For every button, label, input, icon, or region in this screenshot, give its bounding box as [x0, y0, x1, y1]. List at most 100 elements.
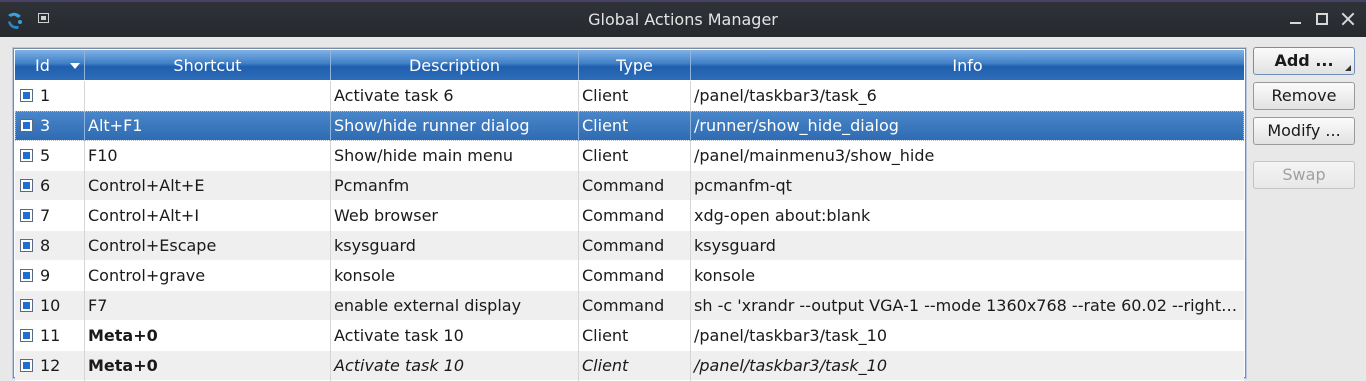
cell-info[interactable]: ksysguard — [691, 231, 1244, 261]
cell-type[interactable]: Command — [579, 201, 691, 231]
add-button-label: Add ... — [1274, 51, 1334, 70]
enabled-checkbox[interactable] — [20, 149, 33, 162]
column-header-info[interactable]: Info — [691, 50, 1244, 80]
table-row[interactable]: 11 Meta+0 Activate task 10 Client/panel/tas… — [15, 321, 1244, 351]
cell-shortcut[interactable]: F10 — [85, 141, 331, 171]
column-header-shortcut[interactable]: Shortcut — [85, 50, 331, 80]
cell-info[interactable]: konsole — [691, 261, 1244, 291]
column-header-id-label: Id — [35, 56, 50, 75]
cell-info[interactable]: /panel/taskbar3/task_10 — [691, 351, 1244, 381]
column-header-id[interactable]: Id — [15, 50, 85, 80]
cell-shortcut[interactable]: Control+Escape — [85, 231, 331, 261]
cell-type[interactable]: Client — [579, 321, 691, 351]
table-row[interactable]: 12 Meta+0 Activate task 10 Client/panel/tas… — [15, 351, 1244, 381]
cell-info[interactable]: /panel/taskbar3/task_10 — [691, 321, 1244, 351]
cell-info[interactable]: /runner/show_hide_dialog — [691, 111, 1244, 141]
cell-id-text: 9 — [40, 266, 51, 285]
column-header-type[interactable]: Type — [579, 50, 691, 80]
cell-description[interactable]: Web browser — [331, 201, 579, 231]
table-row[interactable]: 10 F7 enable external display Command sh -c … — [15, 291, 1244, 321]
cell-id-text: 8 — [40, 236, 51, 255]
minimize-icon[interactable] — [1289, 12, 1303, 26]
enabled-checkbox[interactable] — [20, 359, 33, 372]
cell-id[interactable]: 5 — [15, 141, 85, 171]
cell-type[interactable]: Command — [579, 171, 691, 201]
cell-shortcut[interactable]: Control+Alt+E — [85, 171, 331, 201]
cell-info[interactable]: /panel/mainmenu3/show_hide — [691, 141, 1244, 171]
cell-description[interactable]: ksysguard — [331, 231, 579, 261]
table-row[interactable]: 1 Activate task 6 Client/panel/taskbar3/ta… — [15, 81, 1244, 111]
window-titlebar[interactable]: Global Actions Manager — [0, 0, 1366, 37]
enabled-checkbox[interactable] — [20, 269, 33, 282]
cell-description[interactable]: Activate task 6 — [331, 81, 579, 111]
cell-id-text: 12 — [40, 356, 61, 375]
remove-button[interactable]: Remove — [1253, 82, 1355, 110]
cell-description[interactable]: enable external display — [331, 291, 579, 321]
cell-description[interactable]: Show/hide runner dialog — [331, 111, 579, 141]
cell-id-text: 1 — [40, 86, 51, 105]
table-body: 1 Activate task 6 Client/panel/taskbar3/ta… — [15, 81, 1244, 381]
cell-id[interactable]: 11 — [15, 321, 85, 351]
enabled-checkbox[interactable] — [20, 119, 33, 132]
column-header-description[interactable]: Description — [331, 50, 579, 80]
table-row[interactable]: 3 Alt+F1 Show/hide runner dialog Client/run… — [15, 111, 1244, 141]
table-row[interactable]: 7 Control+Alt+I Web browser Command xdg-open… — [15, 201, 1244, 231]
cell-type[interactable]: Command — [579, 231, 691, 261]
cell-type[interactable]: Command — [579, 261, 691, 291]
cell-shortcut[interactable]: Control+grave — [85, 261, 331, 291]
cell-info[interactable]: /panel/taskbar3/task_6 — [691, 81, 1244, 111]
cell-id[interactable]: 7 — [15, 201, 85, 231]
cell-description[interactable]: Activate task 10 — [331, 321, 579, 351]
sort-indicator-icon — [70, 63, 80, 69]
cell-type[interactable]: Client — [579, 111, 691, 141]
cell-shortcut[interactable]: Meta+0 — [85, 321, 331, 351]
cell-shortcut[interactable]: Alt+F1 — [85, 111, 331, 141]
cell-type[interactable]: Client — [579, 351, 691, 381]
cell-shortcut[interactable]: Control+Alt+I — [85, 201, 331, 231]
cell-id[interactable]: 10 — [15, 291, 85, 321]
cell-id-text: 11 — [40, 326, 61, 345]
cell-description[interactable]: Show/hide main menu — [331, 141, 579, 171]
cell-id[interactable]: 8 — [15, 231, 85, 261]
enabled-checkbox[interactable] — [20, 209, 33, 222]
cell-id-text: 3 — [40, 116, 51, 135]
cell-description[interactable]: Activate task 10 — [331, 351, 579, 381]
table-row[interactable]: 6 Control+Alt+E Pcmanfm Command pcmanfm-qt — [15, 171, 1244, 201]
cell-info[interactable]: xdg-open about:blank — [691, 201, 1244, 231]
cell-description[interactable]: Pcmanfm — [331, 171, 579, 201]
cell-description[interactable]: konsole — [331, 261, 579, 291]
cell-id[interactable]: 9 — [15, 261, 85, 291]
cell-shortcut[interactable]: Meta+0 — [85, 351, 331, 381]
enabled-checkbox[interactable] — [20, 89, 33, 102]
cell-shortcut[interactable]: F7 — [85, 291, 331, 321]
dropdown-corner-icon — [1345, 65, 1351, 71]
add-button[interactable]: Add ... — [1253, 47, 1355, 75]
cell-info[interactable]: sh -c 'xrandr --output VGA-1 --mode 1360… — [691, 291, 1244, 321]
actions-table[interactable]: Id Shortcut Description Type Info 1 Activ… — [12, 47, 1247, 381]
cell-id-text: 10 — [40, 296, 61, 315]
cell-id[interactable]: 12 — [15, 351, 85, 381]
cell-id[interactable]: 6 — [15, 171, 85, 201]
cell-type[interactable]: Command — [579, 291, 691, 321]
table-row[interactable]: 5 F10 Show/hide main menu Client/panel/main… — [15, 141, 1244, 171]
window-title: Global Actions Manager — [588, 10, 778, 29]
cell-type[interactable]: Client — [579, 141, 691, 171]
maximize-icon[interactable] — [1316, 13, 1328, 25]
cell-id[interactable]: 1 — [15, 81, 85, 111]
cell-info[interactable]: pcmanfm-qt — [691, 171, 1244, 201]
table-header: Id Shortcut Description Type Info — [15, 50, 1244, 80]
enabled-checkbox[interactable] — [20, 329, 33, 342]
close-icon[interactable] — [1341, 12, 1355, 26]
enabled-checkbox[interactable] — [20, 179, 33, 192]
swap-button[interactable]: Swap — [1253, 161, 1355, 189]
cell-id[interactable]: 3 — [15, 111, 85, 141]
cell-shortcut[interactable] — [85, 81, 331, 111]
table-row[interactable]: 9 Control+grave konsole Command konsole — [15, 261, 1244, 291]
enabled-checkbox[interactable] — [20, 299, 33, 312]
cell-type[interactable]: Client — [579, 81, 691, 111]
table-row[interactable]: 8 Control+Escape ksysguard Command ksysguard — [15, 231, 1244, 261]
modify-button[interactable]: Modify ... — [1253, 117, 1355, 145]
cell-id-text: 6 — [40, 176, 51, 195]
enabled-checkbox[interactable] — [20, 239, 33, 252]
cell-id-text: 7 — [40, 206, 51, 225]
